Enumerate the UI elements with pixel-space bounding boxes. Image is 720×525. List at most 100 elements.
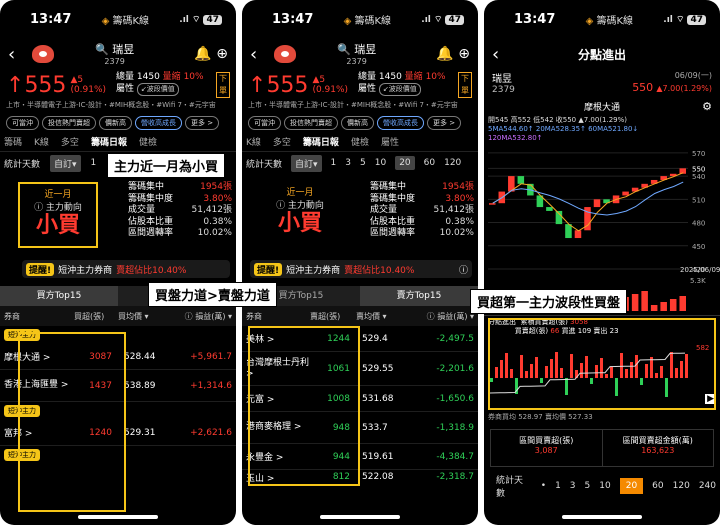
stock-name: 瑞昱 — [354, 43, 377, 56]
ohlc-info: 開545 高552 低542 收550 ▲7.00(1.29%) — [488, 116, 628, 124]
candle — [517, 176, 525, 184]
price-change-pct: (0.91%) — [70, 85, 107, 95]
volume-bar — [679, 296, 686, 311]
table-header: 券商 買超(張) 買均價 ▾ ⓘ 損益(萬) ▾ — [0, 306, 236, 326]
back-icon[interactable]: ‹ — [492, 44, 508, 65]
alert-text: 短沖主力券商 — [58, 265, 113, 276]
stock-selector[interactable]: 🔍 瑞昱 2379 — [95, 44, 134, 68]
page-title: 分點進出 — [577, 47, 626, 62]
day-option[interactable]: 10 — [375, 158, 386, 168]
day-option-selected[interactable]: 20 — [619, 478, 644, 494]
attribute-label: 屬性 — [358, 84, 377, 94]
settings-gear-icon[interactable]: ⚙ — [702, 100, 712, 113]
day-option[interactable]: 1 — [555, 481, 561, 491]
alert-bar[interactable]: 提醒! 短沖主力券商 賣超佔比10.40% — [22, 260, 230, 278]
back-icon[interactable]: ‹ — [250, 44, 266, 65]
day-option[interactable]: 1 — [331, 158, 337, 168]
order-button[interactable]: 下單 — [458, 72, 472, 98]
bell-icon[interactable]: 🔔 — [436, 46, 453, 62]
pill-revenue-growth[interactable]: 營收高成長 — [377, 116, 424, 130]
tab-chips[interactable]: 籌碼 — [4, 135, 22, 148]
day-option[interactable]: 3 — [570, 481, 576, 491]
day-option-1[interactable]: 1 — [91, 158, 97, 168]
callout-top-buyer: 買超第一主力波段性買盤 — [470, 289, 628, 314]
pill-trust-sell[interactable]: 投信熱門賣超 — [42, 116, 96, 130]
tab-kline[interactable]: K線 — [246, 135, 261, 148]
pill-new-high[interactable]: 價新高 — [99, 116, 132, 130]
day-option[interactable]: 120 — [673, 481, 690, 491]
alert-bar[interactable]: 提醒! 短沖主力券商 賣超佔比10.40% ⓘ — [250, 260, 472, 278]
pill-more[interactable]: 更多 > — [427, 116, 462, 130]
pill-day-trade[interactable]: 可當沖 — [6, 116, 39, 130]
alert-badge: 提醒! — [254, 262, 283, 276]
stock-code: 2379 — [346, 57, 367, 66]
day-option[interactable]: 120 — [444, 158, 461, 168]
y-tick-label: 480 — [692, 220, 705, 228]
clock: 13:47 — [514, 11, 556, 27]
tab-sellers-top15[interactable]: 賣方Top15 — [360, 286, 478, 306]
volume-shrink-label: 量縮 — [162, 72, 181, 82]
day-option[interactable]: 5 — [585, 481, 591, 491]
tab-health[interactable]: 健檢 — [139, 135, 157, 148]
tab-longshort[interactable]: 多空 — [61, 135, 79, 148]
tab-chip-daily[interactable]: 籌碼日報 — [303, 135, 339, 148]
pill-trust-sell[interactable]: 投信熱門賣超 — [284, 116, 338, 130]
volume-shrink-pct: 10% — [183, 72, 204, 82]
period-label: 近一月 — [286, 188, 314, 198]
tab-health[interactable]: 健檢 — [351, 135, 369, 148]
total-volume: 1450 — [378, 72, 402, 82]
back-icon[interactable]: ‹ — [8, 44, 24, 65]
pill-revenue-growth[interactable]: 營收高成長 — [135, 116, 182, 130]
search-icon: 🔍 — [337, 43, 351, 56]
stock-code: 2379 — [104, 57, 125, 66]
tab-attribute[interactable]: 屬性 — [381, 135, 399, 148]
attribute-label: 屬性 — [116, 84, 135, 94]
info-icon[interactable]: ⓘ — [459, 263, 468, 276]
day-option[interactable]: 5 — [360, 158, 366, 168]
candlestick-chart[interactable]: 570550540510480450420 2025/06/09 5.3K — [484, 143, 720, 313]
tab-buyers-top15[interactable]: 買方Top15 — [0, 286, 118, 306]
custom-days-dropdown[interactable]: 自訂▾ — [50, 154, 81, 172]
tab-chip-daily[interactable]: 籌碼日報 — [91, 135, 127, 148]
main-force-box: 近一月 ⓘ 主力動向 小買 — [260, 182, 340, 248]
signal-wifi-icon: .ıl ⌔ — [421, 14, 443, 25]
price-row: ↑ 555 ▲5 (0.91%) 總量 1450 量縮 10% 屬性 ↙波段價值 … — [0, 70, 236, 100]
main-force-summary: 近一月 ⓘ 主力動向 小買 籌碼集中 1954張 籌碼集中度 3.80% 成交量 51… — [242, 178, 478, 254]
volume-bar — [660, 302, 667, 311]
clock: 13:47 — [30, 11, 72, 27]
custom-days-dropdown[interactable]: 自訂▾ — [291, 154, 322, 172]
add-icon[interactable]: ⊕ — [216, 46, 228, 62]
period-label: 近一月 — [44, 190, 72, 200]
phone-screen-seller-list: 13:47 ◈ 籌碼K線 .ıl ⌔ 47 ‹ 🔍 瑞昱 2379 🔔 ⊕ ↑ 5… — [242, 0, 478, 525]
main-tabs: 籌碼 K線 多空 籌碼日報 健檢 — [0, 132, 236, 152]
order-button[interactable]: 下單 — [216, 72, 230, 98]
day-option[interactable]: 10 — [599, 481, 610, 491]
volume-bar — [669, 299, 677, 311]
pill-new-high[interactable]: 價新高 — [341, 116, 374, 130]
day-option[interactable]: 60 — [424, 158, 435, 168]
day-option[interactable]: 240 — [699, 481, 716, 491]
pill-day-trade[interactable]: 可當沖 — [248, 116, 281, 130]
stock-header: ‹ 🔍 瑞昱 2379 🔔 ⊕ — [0, 38, 236, 70]
bell-icon[interactable]: 🔔 — [194, 46, 211, 62]
day-option[interactable]: 60 — [652, 481, 663, 491]
day-option[interactable]: • — [541, 481, 546, 491]
add-icon[interactable]: ⊕ — [458, 46, 470, 62]
attribute-tag[interactable]: ↙波段價值 — [136, 83, 179, 96]
attribute-tag[interactable]: ↙波段價值 — [378, 83, 421, 96]
stock-selector[interactable]: 🔍 瑞昱 2379 — [337, 44, 376, 68]
range-amount-label: 區間買賣超金額(萬) — [622, 436, 693, 445]
tab-kline[interactable]: K線 — [34, 135, 49, 148]
tab-longshort[interactable]: 多空 — [273, 135, 291, 148]
ma120-info: 120MA532.80↑ — [488, 134, 543, 142]
stat-row: 籌碼集中度 3.80% — [370, 193, 474, 204]
day-option-selected[interactable]: 20 — [395, 156, 415, 170]
ma-info: 5MA544.60↑ 20MA528.35↑ 60MA521.80↓ — [488, 125, 639, 133]
candle — [489, 203, 496, 205]
y-tick-label: 450 — [692, 243, 705, 251]
broker-name: 摩根大通 — [583, 103, 620, 113]
mascot-logo-icon — [274, 45, 296, 63]
pill-more[interactable]: 更多 > — [185, 116, 220, 130]
price: 550 — [632, 81, 654, 94]
day-option[interactable]: 3 — [345, 158, 351, 168]
